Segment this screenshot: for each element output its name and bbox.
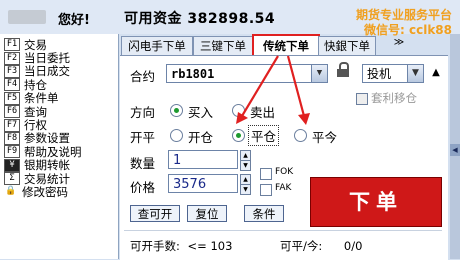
top-bar: 您好! 可用资金 382898.54 期货专业服务平台 微信号: cclk88 [0, 0, 460, 37]
open-qty-value: <= 103 [187, 239, 233, 253]
lock-icon[interactable] [336, 62, 350, 78]
chevron-down-icon: ▼ [311, 65, 327, 82]
funds-label: 可用资金 [124, 11, 182, 27]
arbitrage-label: 套利移仓 [371, 91, 417, 105]
contract-label: 合约 [130, 69, 156, 84]
sidebar-item-conditional-orders[interactable]: F5 条件单 [0, 91, 118, 105]
sidebar-item-label: 修改密码 [22, 185, 68, 199]
f8-key-icon: F8 [4, 131, 20, 145]
sidebar-item-today-trades[interactable]: F3 当日成交 [0, 64, 118, 78]
tab-three-key-order[interactable]: 三键下单 [193, 36, 253, 55]
arbitrage-checkbox[interactable] [356, 93, 368, 105]
price-input[interactable]: 3576 [168, 174, 238, 193]
scroll-up-icon[interactable]: ▲ [428, 64, 444, 82]
status-divider [124, 230, 442, 231]
f4-key-icon: F4 [4, 78, 20, 92]
f9-key-icon: F9 [4, 145, 20, 159]
sidebar-item-query[interactable]: F6 查询 [0, 105, 118, 119]
fok-label: FOK [275, 167, 294, 177]
close-label: 平仓 [248, 125, 280, 146]
sigma-icon: Σ [4, 172, 20, 186]
sell-radio[interactable] [232, 104, 245, 117]
f6-key-icon: F6 [4, 105, 20, 119]
f3-key-icon: F3 [4, 64, 20, 78]
close-today-radio[interactable] [294, 129, 307, 142]
order-panel: 闪电手下单 三键下单 传统下单 快銀下单 ≫ 合约 rb1801 ▼ 投机 ▼ … [120, 34, 448, 260]
offset-label: 开平 [130, 130, 156, 145]
close-radio[interactable] [232, 129, 245, 142]
fak-label: FAK [275, 183, 292, 193]
close-qty-value: 0/0 [343, 239, 363, 253]
hedge-value: 投机 [367, 67, 392, 81]
yen-icon: ¥ [4, 158, 20, 172]
direction-label: 方向 [130, 105, 156, 120]
collapse-left-icon[interactable]: ◀ [450, 144, 460, 156]
close-today-label: 平今 [312, 130, 338, 145]
tab-flash-order[interactable]: 闪电手下单 [121, 36, 193, 55]
fok-checkbox[interactable] [260, 168, 272, 180]
qty-label: 数量 [130, 156, 156, 171]
tab-more-icon[interactable]: ≫ [388, 37, 410, 53]
query-open-button[interactable]: 查可开 [130, 205, 180, 222]
sell-label: 卖出 [250, 105, 276, 120]
buy-radio[interactable] [170, 104, 183, 117]
open-label: 开仓 [188, 130, 214, 145]
condition-button[interactable]: 条件 [244, 205, 284, 222]
close-qty-label: 可平/今: [280, 239, 323, 253]
qty-input[interactable]: 1 [168, 150, 238, 169]
close-qty-status: 可平/今: 0/0 [280, 238, 362, 254]
username-blurred [8, 10, 46, 24]
hedge-select[interactable]: 投机 ▼ [362, 64, 424, 83]
contract-select[interactable]: rb1801 ▼ [166, 64, 328, 83]
open-radio[interactable] [170, 129, 183, 142]
chevron-down-icon: ▼ [407, 65, 423, 82]
place-order-button[interactable]: 下单 [310, 177, 442, 227]
tab-quick-order[interactable]: 快銀下单 [318, 36, 376, 55]
contract-value: rb1801 [171, 67, 215, 81]
f2-key-icon: F2 [4, 51, 20, 65]
f5-key-icon: F5 [4, 91, 20, 105]
open-qty-status: 可开手数: <= 103 [130, 238, 232, 254]
tab-traditional-order[interactable]: 传统下单 [252, 34, 320, 57]
open-qty-label: 可开手数: [130, 239, 180, 253]
greeting: 您好! [58, 13, 90, 28]
available-funds: 可用资金 382898.54 [124, 8, 275, 28]
price-down-icon[interactable]: ▼ [240, 184, 251, 195]
fak-checkbox[interactable] [260, 184, 272, 196]
lock-icon: 🔒 [4, 186, 18, 198]
qty-down-icon[interactable]: ▼ [240, 160, 251, 171]
price-label: 价格 [130, 180, 156, 195]
order-form: 合约 rb1801 ▼ 投机 ▼ ▲ 套利移仓 方向 买入 卖出 开平 开仓 平… [120, 55, 448, 260]
sidebar-item-positions[interactable]: F4 持仓 [0, 78, 118, 92]
sidebar-item-change-password[interactable]: 🔒 修改密码 [0, 185, 118, 199]
tab-bar: 闪电手下单 三键下单 传统下单 快銀下单 ≫ [120, 34, 448, 57]
reset-button[interactable]: 复位 [187, 205, 227, 222]
sidebar: F1 交易 F2 当日委托 F3 当日成交 F4 持仓 F5 条件单 F6 查询 F7 行权 … [0, 34, 119, 259]
right-scrollbar[interactable]: ◀ [450, 34, 460, 259]
funds-value: 382898.54 [187, 11, 276, 27]
f7-key-icon: F7 [4, 118, 20, 132]
buy-label: 买入 [188, 105, 214, 120]
f1-key-icon: F1 [4, 38, 20, 52]
